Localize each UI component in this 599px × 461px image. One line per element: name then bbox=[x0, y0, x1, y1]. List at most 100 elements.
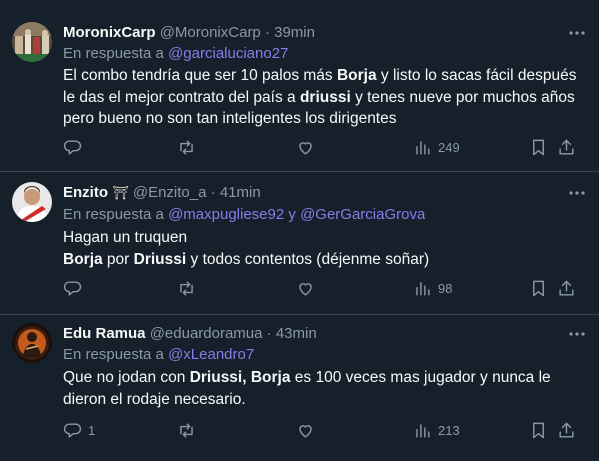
share-button[interactable] bbox=[557, 420, 576, 440]
replying-to-label: En respuesta a bbox=[63, 206, 169, 223]
share-icon bbox=[559, 139, 574, 155]
timestamp[interactable]: 39min bbox=[274, 24, 315, 41]
retweet-button[interactable] bbox=[177, 420, 202, 440]
text-span: dieron el rodaje necesario. bbox=[63, 390, 246, 408]
views-button[interactable]: 98 bbox=[413, 278, 452, 298]
views-icon bbox=[416, 140, 430, 155]
reply-button[interactable]: 1 bbox=[63, 420, 95, 440]
text-span: El combo tendría que ser 10 palos más bbox=[63, 67, 337, 84]
retweet-icon bbox=[180, 280, 193, 296]
tweet[interactable]: Edu Ramua @eduardoramua · 43min En respu… bbox=[0, 315, 599, 461]
display-name[interactable]: Enzito bbox=[63, 184, 108, 201]
text-line: Hagan un truquen bbox=[63, 227, 583, 249]
avatar[interactable] bbox=[12, 22, 52, 62]
mention-link[interactable]: @xLeandro7 bbox=[168, 346, 254, 363]
reply-count: 1 bbox=[88, 422, 96, 438]
reply-button[interactable] bbox=[63, 137, 88, 157]
text-span: pero bueno no son tan inteligentes los d… bbox=[63, 110, 397, 127]
view-count: 213 bbox=[438, 422, 460, 438]
share-button[interactable] bbox=[557, 278, 576, 298]
avatar[interactable] bbox=[12, 323, 52, 363]
mention-link[interactable]: @GerGarciaGrova bbox=[300, 206, 425, 223]
tweet-text: El combo tendría que ser 10 palos más Bo… bbox=[63, 65, 583, 130]
bookmark-icon bbox=[533, 139, 544, 155]
bookmark-button[interactable] bbox=[529, 137, 548, 157]
text-line: dieron el rodaje necesario. bbox=[63, 389, 583, 411]
bookmark-icon bbox=[533, 280, 544, 296]
text-line: Que no jodan con Driussi, Borja es 100 v… bbox=[63, 367, 583, 389]
mention-link[interactable]: @garcialuciano27 bbox=[168, 45, 288, 62]
text-line: pero bueno no son tan inteligentes los d… bbox=[63, 108, 583, 130]
tweet[interactable]: MoronixCarp @MoronixCarp · 39min En resp… bbox=[0, 0, 599, 172]
text-bold: Driussi bbox=[133, 250, 187, 268]
replying-to: En respuesta a @garcialuciano27 bbox=[63, 44, 288, 64]
tweet-text: Hagan un truquen Borja por Driussi y tod… bbox=[63, 227, 583, 270]
avatar[interactable] bbox=[12, 182, 52, 222]
like-button[interactable] bbox=[296, 420, 321, 440]
mention-link[interactable]: @maxpugliese92 bbox=[168, 206, 284, 223]
share-icon bbox=[559, 280, 574, 296]
tweet-text: Que no jodan con Driussi, Borja es 100 v… bbox=[63, 367, 583, 410]
text-line: El combo tendría que ser 10 palos más Bo… bbox=[63, 65, 583, 87]
retweet-icon bbox=[180, 422, 193, 438]
text-span: por bbox=[102, 250, 134, 268]
separator-dot: · bbox=[210, 184, 216, 201]
text-span: Que no jodan con bbox=[63, 369, 190, 386]
text-bold: Driussi, Borja bbox=[189, 369, 291, 386]
text-span: y listo lo sacas fácil después bbox=[376, 67, 577, 84]
text-span: y tenes nueve por muchos años bbox=[350, 88, 575, 106]
timestamp[interactable]: 41min bbox=[220, 184, 261, 201]
bookmark-button[interactable] bbox=[529, 278, 548, 298]
bookmark-button[interactable] bbox=[529, 420, 548, 440]
user-handle[interactable]: @MoronixCarp bbox=[160, 24, 261, 41]
text-span: Hagan un truquen bbox=[63, 229, 188, 246]
retweet-button[interactable] bbox=[177, 278, 202, 298]
replying-to-label: En respuesta a bbox=[63, 346, 169, 363]
views-icon bbox=[416, 423, 430, 438]
views-button[interactable]: 249 bbox=[413, 137, 460, 157]
display-name[interactable]: MoronixCarp bbox=[63, 24, 156, 41]
like-button[interactable] bbox=[296, 137, 321, 157]
reply-icon bbox=[63, 280, 82, 296]
reply-icon bbox=[63, 139, 82, 155]
separator-dot: · bbox=[266, 325, 272, 342]
text-bold: Borja bbox=[336, 67, 377, 84]
display-name[interactable]: Edu Ramua bbox=[63, 325, 146, 342]
user-handle[interactable]: @eduardoramua bbox=[150, 325, 263, 342]
more-icon[interactable] bbox=[567, 183, 587, 203]
views-button[interactable]: 213 bbox=[413, 420, 460, 440]
view-count: 98 bbox=[438, 280, 453, 296]
replying-to: En respuesta a @maxpugliese92 y @GerGarc… bbox=[63, 205, 425, 225]
like-icon bbox=[299, 141, 312, 155]
text-span: y todos contentos (déjenme soñar) bbox=[186, 250, 430, 268]
text-span: es 100 veces mas jugador y nunca le bbox=[290, 369, 551, 386]
more-icon[interactable] bbox=[567, 23, 587, 43]
text-span: le das el mejor contrato del país a bbox=[63, 88, 300, 106]
like-button[interactable] bbox=[296, 278, 321, 298]
name-emoji: ⛩ bbox=[112, 185, 129, 200]
reply-icon bbox=[63, 422, 82, 438]
timestamp[interactable]: 43min bbox=[276, 325, 317, 342]
like-icon bbox=[299, 282, 312, 296]
reply-feed: MoronixCarp @MoronixCarp · 39min En resp… bbox=[0, 0, 599, 461]
text-bold: Borja bbox=[63, 250, 103, 268]
action-bar: 249 bbox=[63, 137, 587, 157]
mention-joiner: y bbox=[284, 206, 301, 223]
text-line: Borja por Driussi y todos contentos (déj… bbox=[63, 249, 583, 271]
tweet[interactable]: Enzito ⛩ @Enzito_a · 41min En respuesta … bbox=[0, 172, 599, 315]
retweet-button[interactable] bbox=[177, 137, 202, 157]
retweet-icon bbox=[180, 139, 193, 155]
user-handle[interactable]: @Enzito_a bbox=[133, 184, 207, 201]
separator-dot: · bbox=[264, 24, 270, 41]
share-icon bbox=[559, 422, 574, 438]
share-button[interactable] bbox=[557, 137, 576, 157]
view-count: 249 bbox=[438, 139, 460, 155]
more-icon[interactable] bbox=[567, 324, 587, 344]
tweet-header: MoronixCarp @MoronixCarp · 39min bbox=[63, 23, 315, 43]
action-bar: 1 213 bbox=[63, 420, 587, 440]
reply-button[interactable] bbox=[63, 278, 88, 298]
text-line: le das el mejor contrato del país a driu… bbox=[63, 87, 583, 109]
bookmark-icon bbox=[533, 422, 544, 438]
text-bold: driussi bbox=[299, 88, 351, 106]
replying-to-label: En respuesta a bbox=[63, 45, 169, 62]
